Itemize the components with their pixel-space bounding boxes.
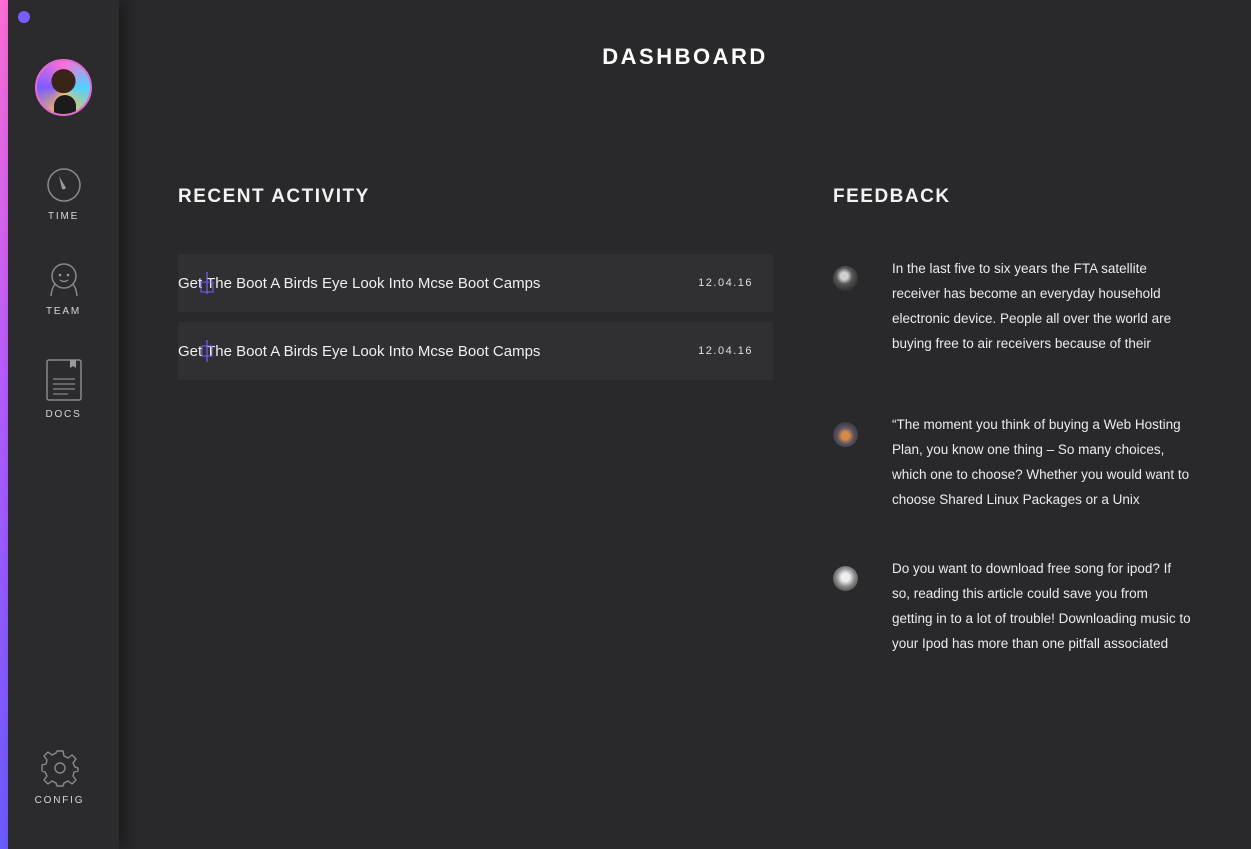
feedback-title: FEEDBACK — [833, 186, 951, 207]
sidebar-item-label: DOCS — [45, 409, 82, 420]
accent-gradient-bar — [0, 0, 8, 849]
stopwatch-icon — [46, 168, 81, 202]
sidebar: TIME TEAM DOCS CONFIG — [8, 0, 119, 849]
activity-row[interactable]: Get The Boot A Birds Eye Look Into Mcse … — [178, 322, 773, 380]
sidebar-item-label: CONFIG — [34, 795, 85, 806]
text-cursor-icon — [200, 271, 214, 294]
feedback-text: Do you want to download free song for ip… — [892, 561, 1191, 651]
gear-icon — [40, 750, 79, 787]
activity-row[interactable]: Get The Boot A Birds Eye Look Into Mcse … — [178, 254, 773, 312]
status-dot — [18, 11, 30, 23]
user-avatar[interactable] — [35, 59, 92, 116]
sidebar-item-label: TIME — [47, 211, 80, 222]
activity-text: Get The Boot A Birds Eye Look Into Mcse … — [178, 339, 540, 362]
person-icon — [49, 263, 78, 297]
recent-activity-title: RECENT ACTIVITY — [178, 186, 370, 207]
activity-text: Get The Boot A Birds Eye Look Into Mcse … — [178, 271, 540, 294]
activity-date: 12.04.16 — [698, 345, 753, 357]
sidebar-item-label: TEAM — [46, 306, 81, 317]
text-cursor-icon — [201, 339, 213, 362]
sidebar-item-time[interactable]: TIME — [8, 167, 119, 222]
sidebar-item-team[interactable]: TEAM — [8, 262, 119, 317]
document-icon — [45, 359, 82, 401]
feedback-avatar[interactable] — [833, 566, 858, 591]
sidebar-item-config[interactable]: CONFIG — [4, 749, 115, 806]
activity-date: 12.04.16 — [698, 277, 753, 289]
sidebar-item-docs[interactable]: DOCS — [8, 359, 119, 420]
page-title: DASHBOARD — [602, 44, 768, 69]
feedback-avatar[interactable] — [833, 266, 858, 291]
feedback-avatar[interactable] — [833, 422, 858, 447]
feedback-text: In the last five to six years the FTA sa… — [892, 261, 1172, 351]
feedback-text: “The moment you think of buying a Web Ho… — [892, 417, 1190, 507]
